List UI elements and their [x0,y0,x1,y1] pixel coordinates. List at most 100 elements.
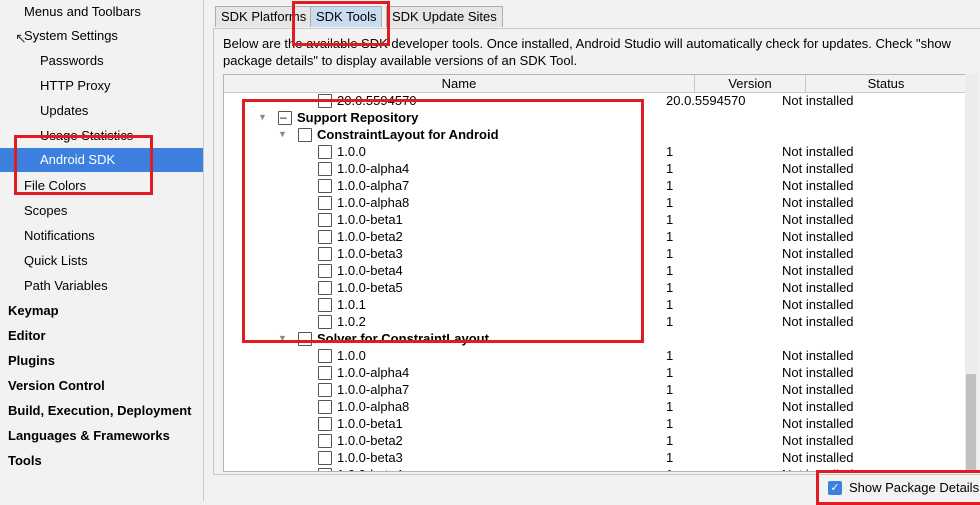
row-checkbox[interactable] [318,179,332,193]
tab-sdk-tools[interactable]: SDK Tools [310,6,383,27]
scrollbar-thumb[interactable] [966,374,976,470]
sidebar-item-label: Tools [8,453,42,468]
table-row[interactable]: 1.0.0-alpha8 1 Not installed [224,398,966,415]
row-version: 1 [666,263,674,278]
row-status: Not installed [782,450,854,465]
row-version: 1 [666,297,674,312]
sidebar-item-label: Editor [8,328,46,343]
sidebar-item-label: Build, Execution, Deployment [8,403,192,418]
row-name: 1.0.0 [337,144,366,159]
table-row[interactable]: 1.0.0-beta1 1 Not installed [224,211,966,228]
table-row[interactable]: 1.0.2 1 Not installed [224,313,966,330]
table-row[interactable]: 1.0.0-beta4 1 Not installed [224,466,966,471]
row-checkbox[interactable] [278,109,292,126]
table-row[interactable]: 1.0.1 1 Not installed [224,296,966,313]
table-row[interactable]: 1.0.0 1 Not installed [224,143,966,160]
row-version: 1 [666,365,674,380]
column-header-name[interactable]: Name [224,75,695,93]
show-package-details-label: Show Package Details [849,480,980,495]
row-version: 1 [666,348,674,363]
table-row[interactable]: 1.0.0-beta2 1 Not installed [224,228,966,245]
sidebar-item-label: Notifications [24,228,95,243]
table-row[interactable]: 1.0.0-beta3 1 Not installed [224,449,966,466]
row-checkbox[interactable] [318,94,332,108]
row-name: 1.0.0-beta3 [337,450,403,465]
row-name: 1.0.0-alpha4 [337,161,410,176]
row-status: Not installed [782,382,854,397]
row-version: 1 [666,399,674,414]
row-checkbox[interactable] [318,451,332,465]
tab-sdk-update-sites[interactable]: SDK Update Sites [386,6,503,27]
table-row[interactable]: 1.0.0-beta2 1 Not installed [224,432,966,449]
table-row[interactable]: 1.0.0-alpha4 1 Not installed [224,364,966,381]
row-status: Not installed [782,195,854,210]
table-row[interactable]: 1.0.0 1 Not installed [224,347,966,364]
row-name: 1.0.0 [337,348,366,363]
tab-sdk-platforms[interactable]: SDK Platforms [215,6,313,27]
row-name: 1.0.0-beta4 [337,466,403,471]
sidebar-item-label: Path Variables [24,278,108,293]
description-text: Below are the available SDK developer to… [223,36,951,68]
table-row[interactable]: 1.0.0-beta4 1 Not installed [224,262,966,279]
row-checkbox[interactable] [318,264,332,278]
row-checkbox[interactable] [318,213,332,227]
row-name: 1.0.0-alpha8 [337,195,410,210]
table-row[interactable]: ▼ Support Repository [224,109,966,126]
table-row[interactable]: 20.0.5594570 20.0.5594570 Not installed [224,92,966,109]
row-checkbox[interactable] [318,383,332,397]
table-scrollbar[interactable] [965,74,978,472]
row-checkbox[interactable] [318,315,332,329]
row-version: 20.0.5594570 [666,93,746,108]
row-checkbox[interactable] [318,366,332,380]
row-status: Not installed [782,246,854,261]
expand-toggle-icon[interactable]: ▼ [258,109,267,126]
table-row[interactable]: ▼ Solver for ConstraintLayout [224,330,966,347]
expand-toggle-icon[interactable]: ▼ [278,330,287,347]
sidebar-item-label: Languages & Frameworks [8,428,170,443]
row-checkbox[interactable] [318,417,332,431]
expand-toggle-icon[interactable]: ▼ [278,126,287,143]
column-header-status[interactable]: Status [806,75,966,93]
table-row[interactable]: 1.0.0-alpha4 1 Not installed [224,160,966,177]
row-version: 1 [666,450,674,465]
table-row[interactable]: 1.0.0-alpha7 1 Not installed [224,381,966,398]
sidebar-item-label: Quick Lists [24,253,88,268]
row-name: 1.0.0-beta2 [337,433,403,448]
row-checkbox[interactable] [318,230,332,244]
row-version: 1 [666,466,673,471]
row-checkbox[interactable] [298,128,312,142]
sidebar-item-label: Scopes [24,203,68,218]
sidebar-item-label: Android SDK [40,152,116,167]
row-checkbox[interactable] [318,400,332,414]
sidebar-item-label: File Colors [24,178,87,193]
row-checkbox[interactable] [318,434,332,448]
sidebar-item-android-sdk[interactable]: Android SDK [0,148,203,172]
column-header-version[interactable]: Version [695,75,806,93]
checkbox-checked-icon[interactable]: ✓ [828,481,842,495]
row-checkbox[interactable] [318,145,332,159]
row-checkbox[interactable] [318,162,332,176]
table-row[interactable]: 1.0.0-beta5 1 Not installed [224,279,966,296]
table-row[interactable]: ▼ ConstraintLayout for Android [224,126,966,143]
row-status: Not installed [782,297,854,312]
row-status: Not installed [782,263,854,278]
settings-sidebar: Menus and Toolbars System Settings Passwor… [0,0,204,501]
row-name: 1.0.0-beta5 [337,280,403,295]
row-version: 1 [666,416,674,431]
row-version: 1 [666,280,674,295]
row-version: 1 [666,212,674,227]
table-row[interactable]: 1.0.0-beta3 1 Not installed [224,245,966,262]
row-checkbox[interactable] [318,281,332,295]
row-checkbox[interactable] [318,349,332,363]
table-row[interactable]: 1.0.0-beta1 1 Not installed [224,415,966,432]
row-checkbox[interactable] [318,247,332,261]
sdk-tools-table: Name Version Status 20.0.5594570 20.0.559… [223,74,967,472]
row-checkbox[interactable] [318,298,332,312]
row-status: Not installed [782,144,854,159]
row-checkbox[interactable] [318,468,332,471]
table-row[interactable]: 1.0.0-alpha8 1 Not installed [224,194,966,211]
table-row[interactable]: 1.0.0-alpha7 1 Not installed [224,177,966,194]
row-checkbox[interactable] [318,196,332,210]
sidebar-item-label: Version Control [8,378,105,393]
row-checkbox[interactable] [298,332,312,346]
